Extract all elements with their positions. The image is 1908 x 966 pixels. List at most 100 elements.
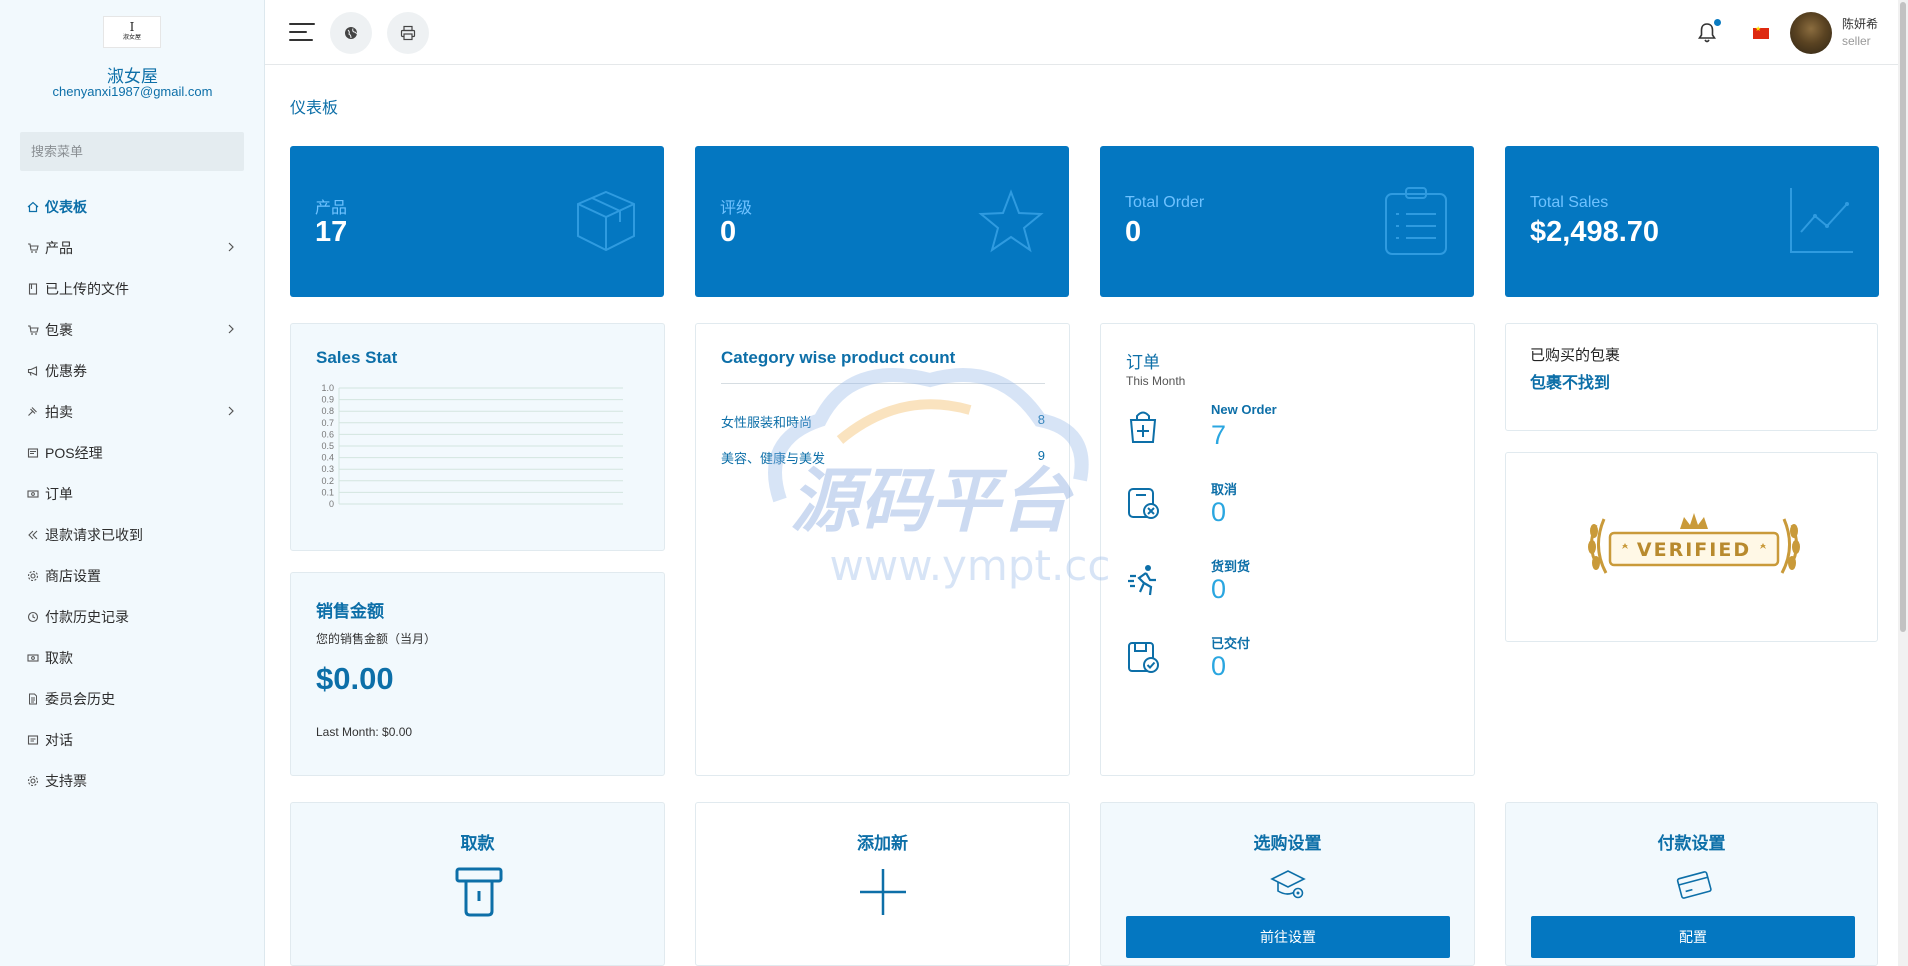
sidebar-item-dashboard[interactable]: 仪表板: [0, 186, 265, 227]
sidebar-item-label: 付款历史记录: [45, 608, 129, 625]
trend-chart-icon: [1790, 188, 1853, 253]
stat-label: Total Order: [1125, 194, 1205, 211]
order-stat-new[interactable]: New Order 7: [1126, 402, 1446, 462]
add-new-card[interactable]: 添加新: [695, 802, 1070, 966]
order-stat-cancelled[interactable]: 取消 0: [1126, 479, 1446, 539]
print-button[interactable]: [387, 12, 429, 54]
chart-y-tick-label: 0.4: [321, 453, 334, 463]
clipboard-icon: [1385, 187, 1447, 255]
verified-card: VERIFIED: [1505, 452, 1878, 642]
gavel-icon: [26, 405, 40, 419]
order-stat-on-delivery[interactable]: 货到货 0: [1126, 556, 1446, 616]
stat-label: 评级: [720, 200, 753, 217]
delivered-box-icon: [1128, 642, 1159, 673]
sidebar-item-packages[interactable]: 包裹: [0, 309, 265, 350]
menu-search-input[interactable]: [20, 132, 244, 171]
order-stat-label: 货到货: [1211, 559, 1251, 574]
chart-y-tick-label: 0.3: [321, 464, 334, 474]
sidebar-item-conversations[interactable]: 对话: [0, 719, 265, 760]
order-stat-delivered[interactable]: 已交付 0: [1126, 633, 1446, 693]
sidebar-item-products[interactable]: 产品: [0, 227, 265, 268]
category-count: 8: [1037, 412, 1045, 427]
box-icon: [577, 190, 635, 252]
user-name: 陈妍希: [1842, 17, 1879, 31]
sidebar-item-label: 支持票: [45, 772, 87, 789]
withdraw-title: 取款: [460, 834, 495, 853]
chevron-right-icon: [228, 406, 234, 416]
plus-icon: [860, 869, 906, 915]
category-count: 9: [1037, 448, 1045, 463]
configure-button[interactable]: 配置: [1531, 916, 1855, 958]
menu-toggle-icon[interactable]: [289, 22, 315, 42]
sidebar-item-label: 退款请求已收到: [45, 526, 143, 543]
go-to-settings-button[interactable]: 前往设置: [1126, 916, 1450, 958]
stat-card-total-sales[interactable]: Total Sales $2,498.70: [1505, 146, 1879, 297]
shop-logo[interactable]: Ⅰ 淑女屋: [103, 16, 161, 48]
sidebar-item-shop-settings[interactable]: 商店设置: [0, 555, 265, 596]
globe-button[interactable]: [330, 12, 372, 54]
orders-card: 订单 This Month New Order 7 取消 0 货到货 0 已交付…: [1100, 323, 1475, 776]
sidebar-item-label: 取款: [45, 649, 73, 666]
money-icon: [26, 487, 40, 501]
sales-amount-subtitle: 您的销售金额（当月）: [316, 632, 437, 646]
purchased-package-card: 已购买的包裹 包裹不找到: [1505, 323, 1878, 431]
sidebar-item-auction[interactable]: 拍卖: [0, 391, 265, 432]
chart-y-tick-label: 0.7: [321, 418, 334, 428]
sidebar-item-uploaded-files[interactable]: 已上传的文件: [0, 268, 265, 309]
sidebar-item-pos-manager[interactable]: POS经理: [0, 432, 265, 473]
order-stat-value: 0: [1211, 574, 1227, 604]
stat-label: 产品: [315, 200, 348, 217]
chart-y-tick-label: 0.8: [321, 406, 334, 416]
file-icon: [26, 282, 40, 296]
sidebar-item-support-tickets[interactable]: 支持票: [0, 760, 265, 801]
sidebar-item-label: 仪表板: [45, 198, 87, 215]
sidebar-item-label: 委员会历史: [45, 690, 115, 707]
chart-y-tick-label: 0.6: [321, 429, 334, 439]
china-flag-icon[interactable]: [1753, 25, 1769, 39]
avatar[interactable]: [1790, 12, 1832, 54]
sidebar-item-payment-history[interactable]: 付款历史记录: [0, 596, 265, 637]
sidebar-item-orders[interactable]: 订单: [0, 473, 265, 514]
document-icon: [26, 692, 40, 706]
sidebar-item-label: 产品: [45, 239, 73, 256]
notification-dot: [1714, 19, 1721, 26]
cart-icon: [26, 241, 40, 255]
verified-text: VERIFIED: [1637, 539, 1751, 561]
scrollbar-thumb[interactable]: [1900, 2, 1906, 632]
sales-stat-card: Sales Stat 1.0 0.9 0.8 0.7 0.6 0.5 0.4 0.3 0.2 0.…: [290, 323, 665, 551]
order-stat-value: 7: [1211, 420, 1227, 450]
category-row[interactable]: 美容、健康与美发 9: [721, 448, 1045, 467]
chat-icon: [26, 733, 40, 747]
bell-icon[interactable]: [1697, 22, 1717, 44]
shopping-bag-icon: [1129, 411, 1157, 443]
gear-icon: [26, 774, 40, 788]
withdraw-icon: [455, 867, 503, 917]
withdraw-card[interactable]: 取款: [290, 802, 665, 966]
sidebar-menu: 仪表板 产品 已上传的文件 包裹 优惠券 拍卖 POS经理 订单 退款请求已收到…: [0, 186, 265, 801]
stat-value: 17: [315, 216, 348, 248]
chart-y-tick-label: 1.0: [321, 383, 334, 393]
shop-settings-card: 选购设置 前往设置: [1100, 802, 1475, 966]
chart-y-tick-label: 0.2: [321, 476, 334, 486]
running-delivery-icon: [1128, 565, 1156, 596]
purchased-package-label: 已购买的包裹: [1530, 347, 1621, 364]
chart-y-tick-label: 0.5: [321, 441, 334, 451]
gear-icon: [26, 569, 40, 583]
star-icon: [978, 189, 1044, 253]
orders-subtitle: This Month: [1126, 374, 1186, 388]
category-count-card: Category wise product count 女性服装和時尚 8 美容…: [695, 323, 1070, 776]
sidebar-item-coupons[interactable]: 优惠券: [0, 350, 265, 391]
sidebar-item-commission-history[interactable]: 委员会历史: [0, 678, 265, 719]
sidebar-item-refund-requests[interactable]: 退款请求已收到: [0, 514, 265, 555]
page-title: 仪表板: [290, 100, 339, 117]
globe-icon: [345, 27, 357, 39]
sidebar-item-withdraw[interactable]: 取款: [0, 637, 265, 678]
order-stat-value: 0: [1211, 651, 1227, 681]
sales-stat-title: Sales Stat: [316, 348, 398, 367]
stat-card-rating[interactable]: 评级 0: [695, 146, 1069, 297]
stat-card-products[interactable]: 产品 17: [290, 146, 664, 297]
chart-y-tick-label: 0.1: [321, 487, 334, 497]
stat-card-total-order[interactable]: Total Order 0: [1100, 146, 1474, 297]
sidebar-item-label: 优惠券: [45, 362, 87, 379]
category-row[interactable]: 女性服装和時尚 8: [721, 412, 1045, 431]
